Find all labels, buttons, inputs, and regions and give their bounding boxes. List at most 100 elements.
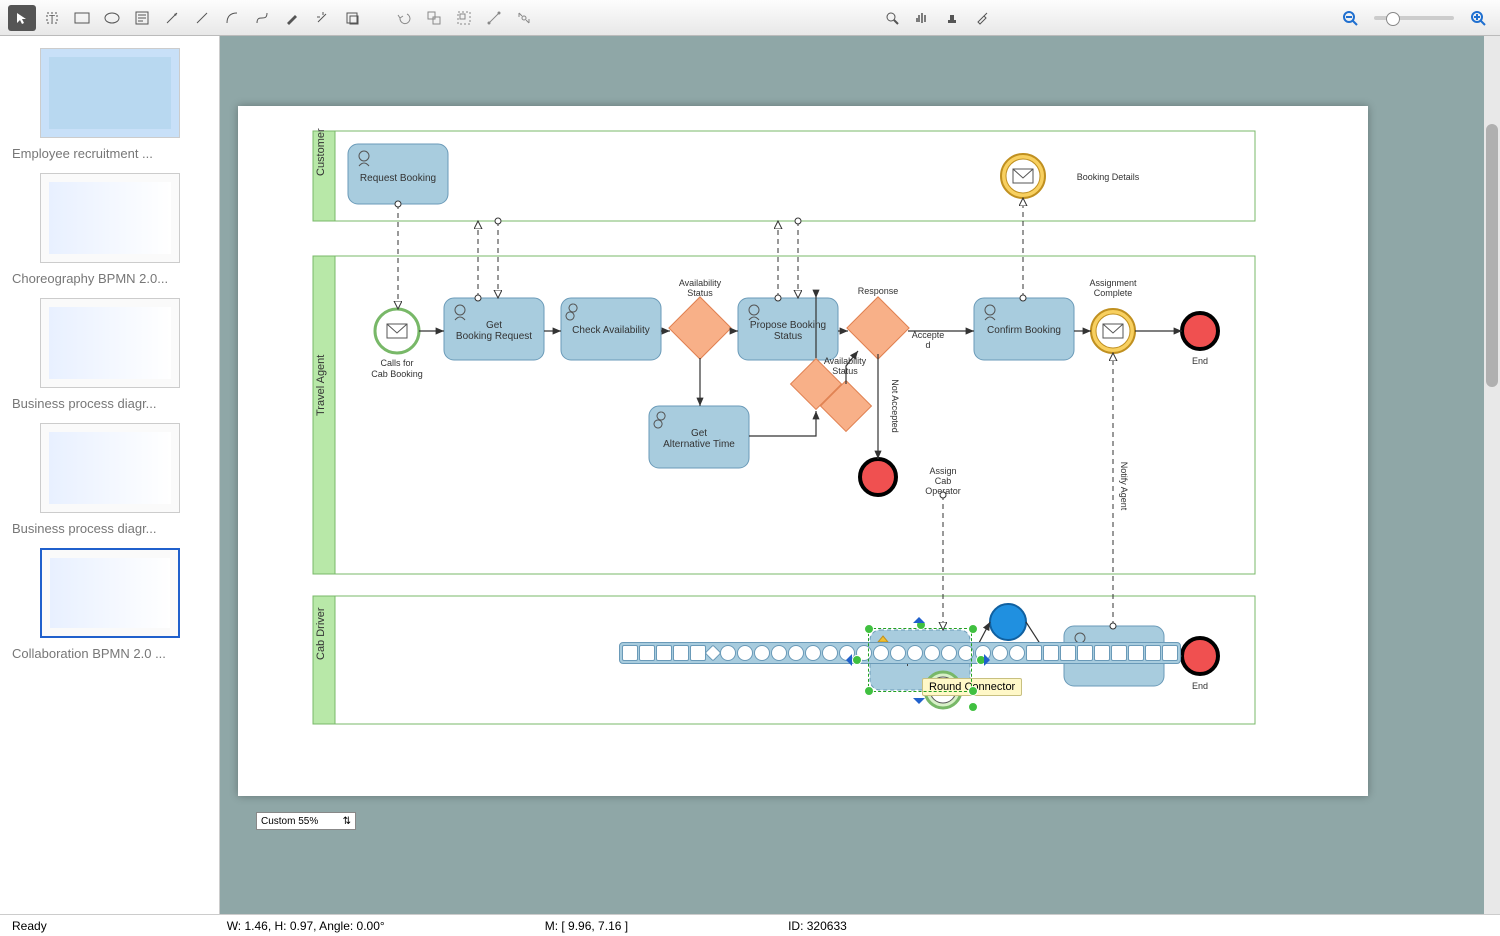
svg-text:Booking Details: Booking Details [1077,172,1140,182]
palette-shape[interactable] [1009,645,1025,661]
main-toolbar: T [0,0,1500,36]
palette-shape[interactable] [705,645,722,662]
palette-shape[interactable] [771,645,787,661]
direction-handle[interactable] [913,698,925,710]
palette-shape[interactable] [1043,645,1059,661]
page-thumb-selected[interactable] [40,548,180,638]
resize-handle[interactable] [968,686,978,696]
round-connector[interactable] [990,604,1026,640]
curve-tool[interactable] [218,5,246,31]
palette-shape[interactable] [1128,645,1144,661]
direction-handle[interactable] [913,611,925,623]
svg-text:Response: Response [858,286,899,296]
palette-shape[interactable] [690,645,706,661]
palette-shape[interactable] [754,645,770,661]
resize-handle[interactable] [864,624,874,634]
pencil-tool[interactable] [278,5,306,31]
rect-tool[interactable] [68,5,96,31]
scrollbar-vertical[interactable] [1484,36,1500,914]
gateway-2[interactable] [847,297,909,359]
textbox-tool[interactable] [128,5,156,31]
svg-text:Accepted: Accepted [912,330,945,350]
palette-shape[interactable] [788,645,804,661]
direction-handle[interactable] [840,654,852,666]
wand-tool[interactable] [308,5,336,31]
pan-tool[interactable] [908,5,936,31]
lane-cab-driver: Cab Driver [315,607,327,660]
connector-tool[interactable] [158,5,186,31]
zoom-in-button[interactable] [1464,5,1492,31]
lane-customer: Customer [315,128,327,176]
undo-tool[interactable] [390,5,418,31]
rotate-tool[interactable] [510,5,538,31]
palette-shape[interactable] [1077,645,1093,661]
lane-travel-agent: Travel Agent [315,355,327,416]
palette-shape[interactable] [720,645,736,661]
ungroup-tool[interactable] [420,5,448,31]
line-tool[interactable] [188,5,216,31]
svg-text:Confirm Booking: Confirm Booking [987,325,1061,336]
palette-shape[interactable] [656,645,672,661]
zoom-out-button[interactable] [1336,5,1364,31]
stamp-tool[interactable] [938,5,966,31]
svg-text:Calls forCab Booking: Calls forCab Booking [371,358,423,379]
thumb-label: Choreography BPMN 2.0... [12,271,207,286]
palette-shape[interactable] [639,645,655,661]
svg-text:Request Booking: Request Booking [360,173,436,184]
svg-text:End: End [1192,356,1208,366]
direction-handle[interactable] [984,654,996,666]
diagram-canvas[interactable]: Customer Request Booking Booking Details… [238,106,1368,796]
zoom-tool[interactable] [878,5,906,31]
flip-tool[interactable] [480,5,508,31]
status-bar: Ready W: 1.46, H: 0.97, Angle: 0.00° M: … [0,914,1500,936]
eyedropper-tool[interactable] [968,5,996,31]
svg-text:Check Availability: Check Availability [572,325,650,336]
end-event-stop[interactable] [860,459,896,495]
palette-shape[interactable] [1111,645,1127,661]
page-thumb[interactable] [40,173,180,263]
page-thumb[interactable] [40,423,180,513]
pointer-tool[interactable] [8,5,36,31]
crop-tool[interactable] [338,5,366,31]
status-ready: Ready [12,919,47,933]
pages-sidebar: Employee recruitment ... Choreography BP… [0,36,220,914]
svg-text:T: T [49,14,55,25]
gateway-1[interactable] [669,297,731,359]
page-thumb[interactable] [40,48,180,138]
thumb-label: Employee recruitment ... [12,146,207,161]
end-event-1[interactable] [1182,313,1218,349]
resize-handle[interactable] [968,624,978,634]
palette-shape[interactable] [737,645,753,661]
arc-tool[interactable] [248,5,276,31]
zoom-slider[interactable] [1374,16,1454,20]
palette-shape[interactable] [1060,645,1076,661]
thumb-label: Collaboration BPMN 2.0 ... [12,646,207,661]
palette-shape[interactable] [805,645,821,661]
page-thumb[interactable] [40,298,180,388]
svg-text:End: End [1192,681,1208,691]
svg-text:AssignCabOperator: AssignCabOperator [925,466,961,496]
status-id: ID: 320633 [788,919,847,933]
palette-shape[interactable] [673,645,689,661]
palette-shape[interactable] [1162,645,1178,661]
selection-box [868,628,972,692]
end-event-2[interactable] [1182,638,1218,674]
resize-handle[interactable] [852,655,862,665]
text-select-tool[interactable]: T [38,5,66,31]
thumb-label: Business process diagr... [12,521,207,536]
palette-shape[interactable] [822,645,838,661]
palette-shape[interactable] [622,645,638,661]
group-tool[interactable] [450,5,478,31]
ellipse-tool[interactable] [98,5,126,31]
canvas-area[interactable]: Customer Request Booking Booking Details… [220,36,1500,914]
resize-handle[interactable] [864,686,874,696]
palette-shape[interactable] [1094,645,1110,661]
resize-handle[interactable] [968,702,978,712]
palette-shape[interactable] [1026,645,1042,661]
status-mouse: M: [ 9.96, 7.16 ] [545,919,628,933]
palette-shape[interactable] [1145,645,1161,661]
thumb-label: Business process diagr... [12,396,207,411]
zoom-combo[interactable]: Custom 55%⇅ [256,812,356,830]
svg-text:Not Accepted: Not Accepted [890,379,900,433]
svg-text:AvailabilityStatus: AvailabilityStatus [679,278,722,298]
